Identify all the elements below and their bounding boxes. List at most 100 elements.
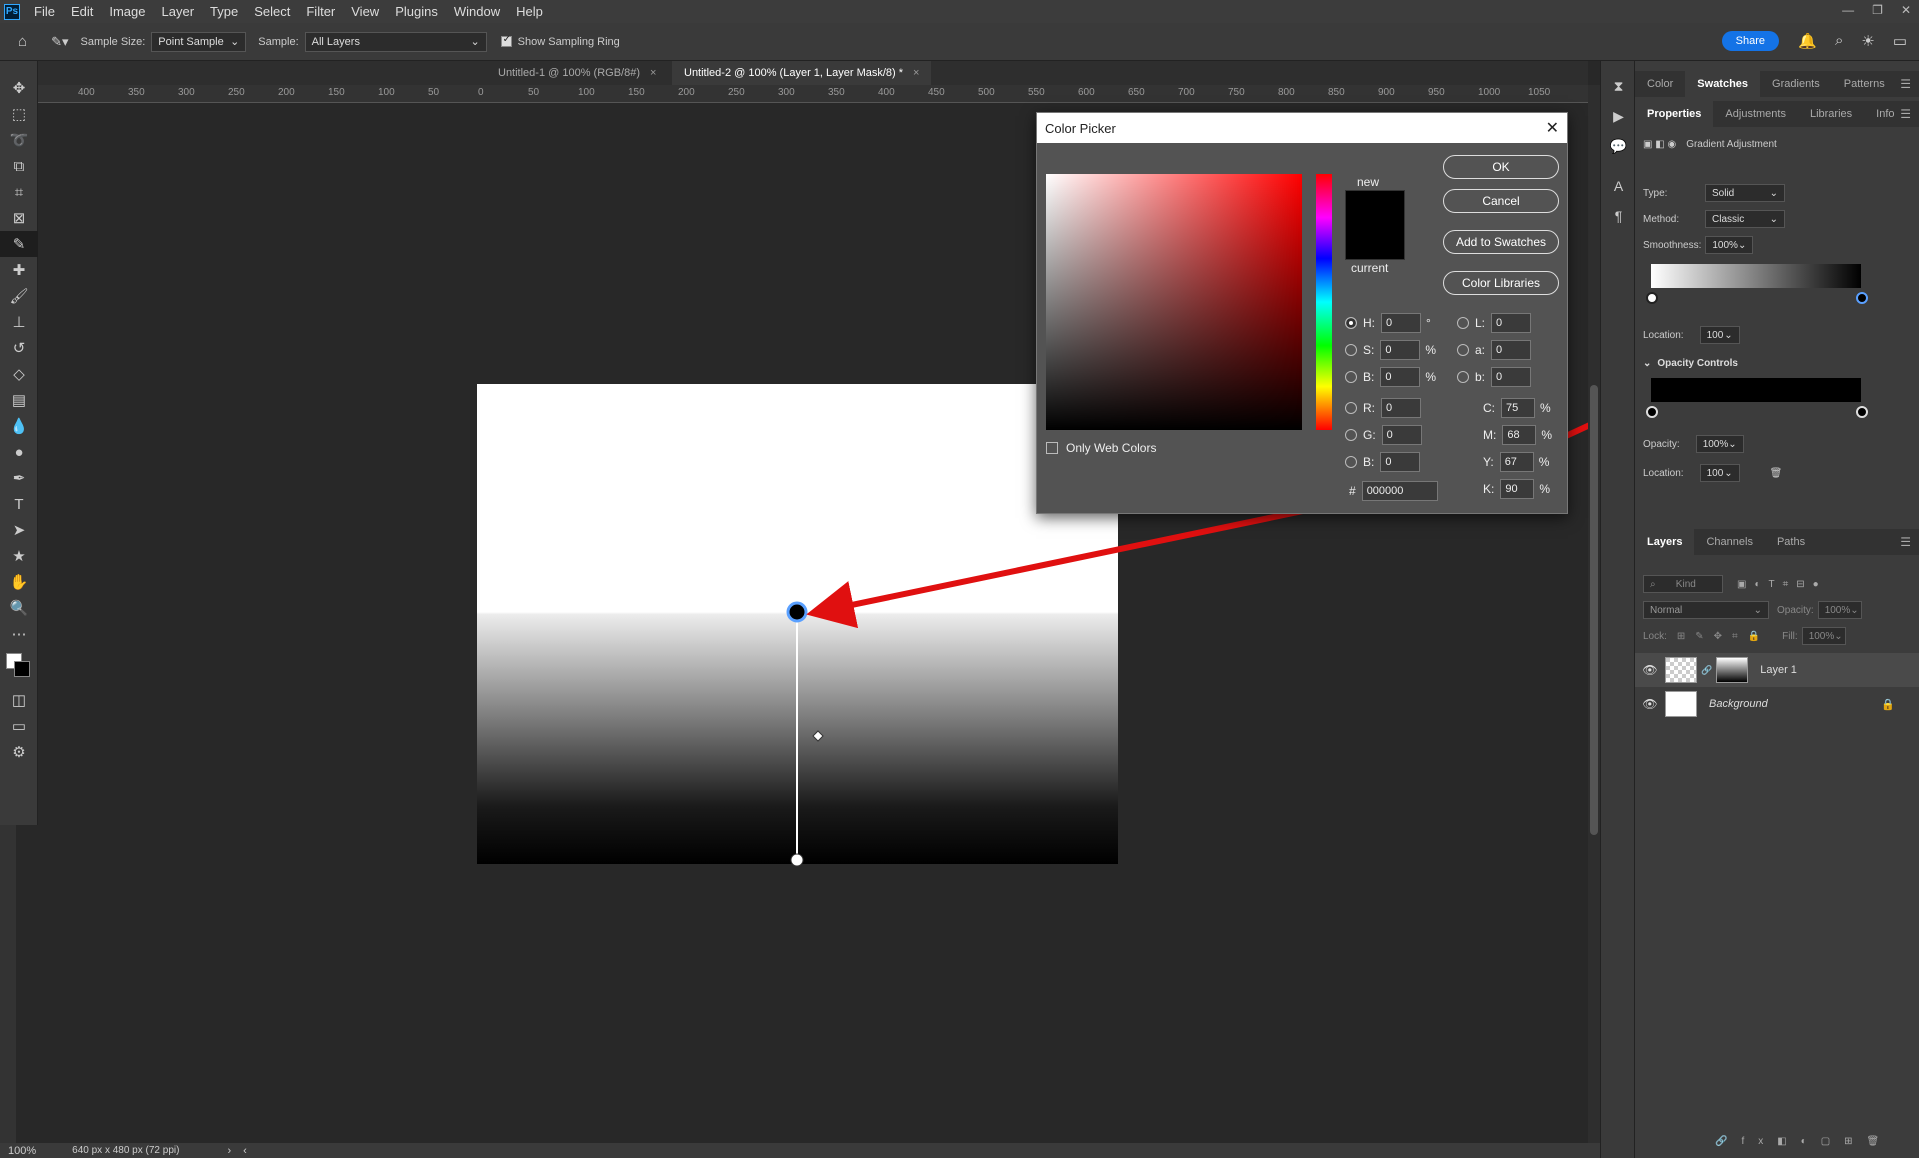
panel-menu-icon[interactable]: ☰: [1900, 107, 1911, 121]
actions-icon[interactable]: ▶: [1601, 101, 1636, 131]
layer-opacity-select[interactable]: 100% ⌄: [1817, 601, 1862, 619]
tab-adjustments[interactable]: Adjustments: [1713, 101, 1798, 127]
saturation-label: S:: [1363, 343, 1375, 357]
tab-gradients[interactable]: Gradients: [1760, 71, 1832, 97]
fill-select[interactable]: 100% ⌄: [1801, 627, 1846, 645]
tab-patterns[interactable]: Patterns: [1832, 71, 1897, 97]
color-stop-black[interactable]: [1856, 292, 1868, 304]
hue-label: H:: [1363, 316, 1375, 330]
red-label: R:: [1363, 401, 1375, 415]
opacity-stop-end[interactable]: [1856, 406, 1868, 418]
yellow-field[interactable]: 67: [1499, 452, 1534, 472]
trash-icon[interactable]: 🗑: [1770, 468, 1783, 479]
close-icon[interactable]: ✕: [1546, 118, 1559, 138]
brightness-unit: %: [1425, 370, 1437, 384]
lock-icon[interactable]: 🔒: [1881, 698, 1895, 711]
green-field[interactable]: 0: [1381, 425, 1422, 445]
location2-label: Location:: [1643, 467, 1684, 479]
link-icon[interactable]: 🔗: [1701, 665, 1712, 676]
saturation-field[interactable]: 0: [1380, 340, 1421, 360]
location-value: 100: [1706, 329, 1724, 341]
method-select[interactable]: Classic ⌄: [1705, 210, 1785, 228]
lab-a-field[interactable]: 0: [1491, 340, 1532, 360]
hue-unit: °: [1426, 316, 1431, 330]
color-stop-white[interactable]: [1646, 292, 1658, 304]
black-field[interactable]: 90: [1500, 479, 1535, 499]
hue-radio[interactable]: [1345, 317, 1357, 329]
character-icon[interactable]: A: [1601, 171, 1636, 201]
lab-l-field[interactable]: 0: [1491, 313, 1532, 333]
panel-menu-icon[interactable]: ☰: [1900, 77, 1911, 91]
location-select[interactable]: 100 ⌄: [1699, 326, 1740, 344]
opacity-value: 100%: [1702, 438, 1729, 450]
chevron-right-icon[interactable]: ›: [227, 1145, 231, 1157]
hue-slider[interactable]: [1316, 174, 1332, 430]
smoothness-select[interactable]: 100% ⌄: [1705, 236, 1754, 254]
location2-select[interactable]: 100 ⌄: [1699, 464, 1740, 482]
panel-menu-icon[interactable]: ☰: [1900, 535, 1911, 549]
add-to-swatches-button[interactable]: Add to Swatches: [1443, 230, 1559, 254]
blend-mode-select[interactable]: Normal ⌄: [1643, 601, 1769, 619]
hex-field[interactable]: 000000: [1361, 481, 1438, 501]
color-panel-tabs: Color Swatches Gradients Patterns ☰: [1635, 71, 1919, 97]
lock-icons[interactable]: ⊞✎✥⌗🔒: [1677, 631, 1770, 642]
opacity-stop-start[interactable]: [1646, 406, 1658, 418]
tab-color[interactable]: Color: [1635, 71, 1685, 97]
layer-mask-thumbnail[interactable]: [1716, 657, 1749, 683]
yellow-label: Y:: [1483, 455, 1494, 469]
filter-icons[interactable]: ▣◐T⌗⊟●: [1737, 579, 1827, 590]
red-field[interactable]: 0: [1381, 398, 1421, 418]
tab-paths[interactable]: Paths: [1765, 529, 1817, 555]
gradient-preview-bar[interactable]: [1651, 264, 1861, 288]
eye-icon[interactable]: 👁: [1635, 697, 1665, 711]
opacity-preview-bar[interactable]: [1651, 378, 1861, 402]
saturation-brightness-field[interactable]: [1046, 174, 1302, 430]
type-select[interactable]: Solid ⌄: [1705, 184, 1785, 202]
cyan-field[interactable]: 75: [1501, 398, 1535, 418]
lab-l-radio[interactable]: [1457, 317, 1469, 329]
comments-icon[interactable]: 💬: [1601, 131, 1636, 161]
layer-row-background[interactable]: 👁 Background 🔒: [1635, 687, 1919, 721]
scroll-left-icon[interactable]: ‹: [243, 1145, 247, 1157]
kind-filter-select[interactable]: ⌕ Kind: [1643, 575, 1723, 593]
layer-row-layer-1[interactable]: 👁 🔗 Layer 1: [1635, 653, 1919, 687]
brightness-field[interactable]: 0: [1380, 367, 1421, 387]
tab-libraries[interactable]: Libraries: [1798, 101, 1864, 127]
layer-opacity-value: 100%: [1824, 604, 1851, 616]
brightness-row: B: 0%: [1345, 367, 1436, 387]
location-row: Location: 100 ⌄: [1643, 326, 1740, 344]
layer-filter-row: ⌕ Kind ▣◐T⌗⊟●: [1643, 575, 1827, 593]
brightness-radio[interactable]: [1345, 371, 1357, 383]
tab-swatches[interactable]: Swatches: [1685, 71, 1761, 97]
tab-layers[interactable]: Layers: [1635, 529, 1695, 555]
lab-b-radio[interactable]: [1457, 371, 1469, 383]
only-web-colors-checkbox[interactable]: [1046, 442, 1058, 454]
red-radio[interactable]: [1345, 402, 1357, 414]
paragraph-icon[interactable]: ¶: [1601, 201, 1636, 231]
layers-footer-icons[interactable]: 🔗fx◧◐▢⊞🗑: [1715, 1136, 1893, 1147]
tab-properties[interactable]: Properties: [1635, 101, 1714, 127]
saturation-radio[interactable]: [1345, 344, 1357, 356]
dialog-titlebar: Color Picker ✕: [1037, 113, 1567, 143]
blue-field[interactable]: 0: [1380, 452, 1421, 472]
zoom-level[interactable]: 100%: [8, 1145, 36, 1157]
chevron-down-icon[interactable]: ⌄: [1643, 358, 1651, 369]
lab-b-field[interactable]: 0: [1491, 367, 1532, 387]
ok-button[interactable]: OK: [1443, 155, 1559, 179]
hue-field[interactable]: 0: [1381, 313, 1421, 333]
cancel-button[interactable]: Cancel: [1443, 189, 1559, 213]
new-label: new: [1357, 175, 1380, 189]
vertical-scrollbar[interactable]: [1588, 85, 1600, 1143]
tab-channels[interactable]: Channels: [1694, 529, 1764, 555]
magenta-field[interactable]: 68: [1502, 425, 1537, 445]
eye-icon[interactable]: 👁: [1635, 663, 1665, 677]
history-icon[interactable]: ⧗: [1601, 71, 1636, 101]
lab-a-radio[interactable]: [1457, 344, 1469, 356]
opacity-select[interactable]: 100% ⌄: [1695, 435, 1744, 453]
blue-row: B: 0: [1345, 452, 1421, 472]
method-label: Method:: [1643, 213, 1680, 225]
blue-radio[interactable]: [1345, 456, 1357, 468]
green-radio[interactable]: [1345, 429, 1357, 441]
black-label: K:: [1483, 482, 1495, 496]
color-libraries-button[interactable]: Color Libraries: [1443, 271, 1559, 295]
